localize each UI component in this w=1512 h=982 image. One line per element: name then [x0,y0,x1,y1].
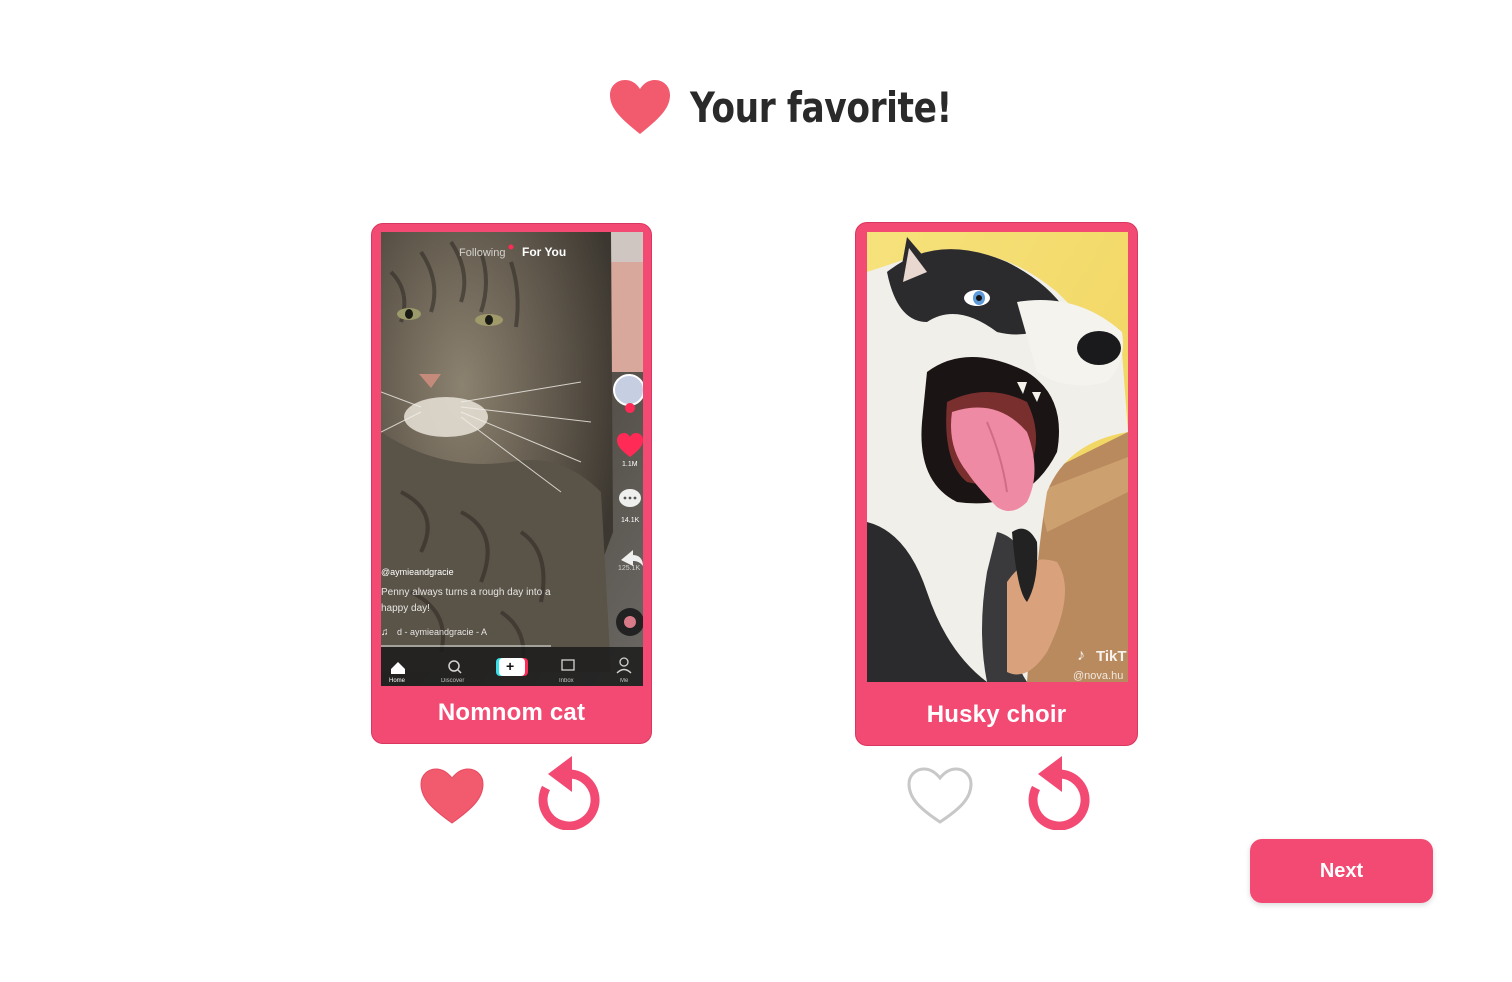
replay-icon[interactable] [1026,754,1092,830]
favorite-heart-outline-icon[interactable] [905,766,975,826]
video-caption-line1: Penny always turns a rough day into a [381,587,551,598]
heart-icon [610,80,670,134]
video-card-nomnom-cat[interactable]: Following For You 1.1M 14.1K 125.1K @aym… [371,223,652,744]
nav-me: Me [620,678,629,684]
nav-home: Home [389,678,406,684]
nav-discover: Discover [441,678,464,684]
next-button[interactable]: Next [1250,839,1433,903]
tiktok-logo-icon: ♪ [1077,647,1085,664]
page-header: Your favorite! [608,76,1009,138]
tab-following: Following [459,247,505,259]
video-caption-line2: happy day! [381,603,430,614]
card-title: Nomnom cat [437,699,586,726]
video-thumbnail[interactable]: ♪ TikT @nova.hu [867,232,1128,682]
video-thumbnail[interactable]: Following For You 1.1M 14.1K 125.1K @aym… [381,232,643,686]
share-count: 125.1K [618,565,641,572]
video-username: @aymieandgracie [381,567,454,577]
video-sound: d - aymieandgracie - A [397,627,487,637]
watermark-brand: TikT [1096,648,1127,665]
favorite-heart-icon[interactable] [418,766,486,826]
page-title: Your favorite! [690,82,952,132]
like-count: 1.1M [622,461,638,468]
watermark-handle: @nova.hu [1073,670,1123,682]
cat-video-image: Following For You 1.1M 14.1K 125.1K @aym… [381,232,643,686]
music-icon: ♫ [381,627,389,638]
replay-icon[interactable] [536,754,602,830]
card-title: Husky choir [926,701,1067,728]
tab-for-you: For You [522,245,566,259]
video-card-husky-choir[interactable]: ♪ TikT @nova.hu Husky choir [855,222,1138,746]
husky-video-image: ♪ TikT @nova.hu [867,232,1128,682]
nav-inbox: Inbox [559,678,574,684]
favorite-picker-page: Your favorite! Following For You 1.1M 14… [0,0,1512,982]
svg-text:+: + [506,658,514,674]
comment-count: 14.1K [621,517,640,524]
